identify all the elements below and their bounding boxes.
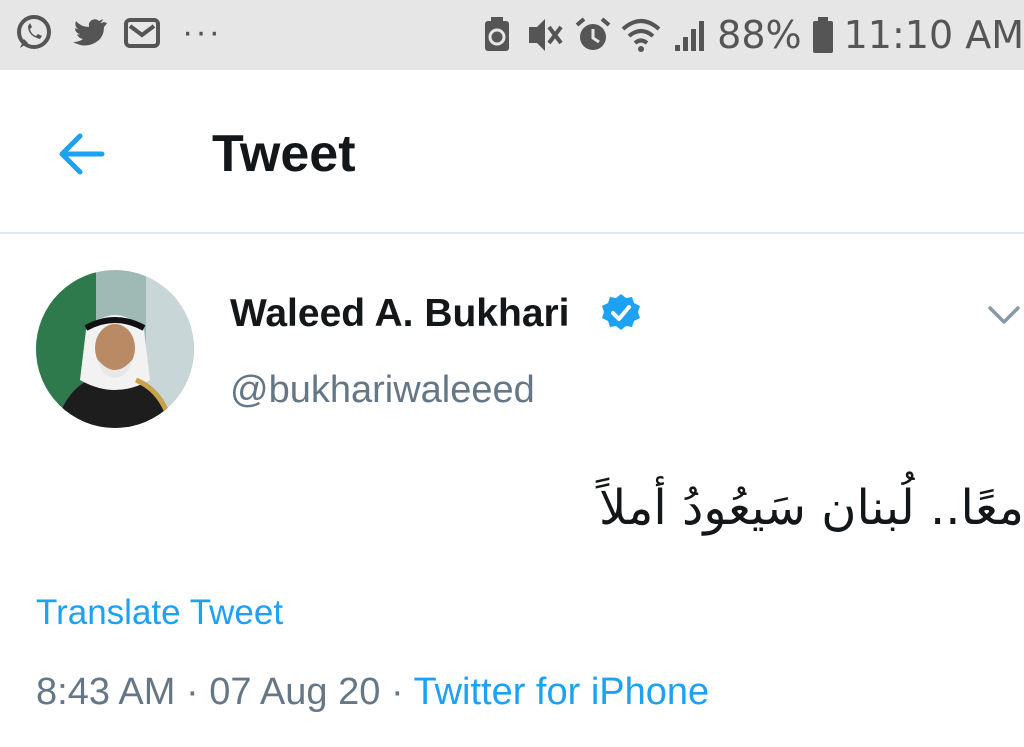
verified-badge-icon	[600, 292, 642, 334]
tweet-source-link[interactable]: Twitter for iPhone	[413, 671, 709, 713]
top-app-bar: Tweet	[0, 70, 1024, 234]
battery-percentage: 88%	[717, 13, 802, 57]
meta-separator: ·	[390, 671, 404, 713]
clock: 11:10 AM	[843, 13, 1024, 57]
status-bar-system: 88% 11:10 AM	[477, 10, 1024, 60]
avatar[interactable]	[36, 270, 194, 428]
signal-icon	[669, 15, 709, 55]
wifi-icon	[621, 15, 661, 55]
status-bar: ··· 88% 11:10 AM	[0, 0, 1024, 70]
whatsapp-icon	[14, 12, 54, 52]
battery-icon	[810, 15, 836, 55]
status-bar-notifications: ···	[14, 12, 222, 52]
user-handle[interactable]: @bukhariwaleeed	[230, 362, 535, 418]
mail-icon	[122, 12, 162, 52]
back-button[interactable]	[52, 128, 112, 180]
tweet-text: معًا.. لُبنان سَيعُودُ أملاً	[599, 480, 1024, 536]
display-name[interactable]: Waleed A. Bukhari	[230, 286, 570, 342]
page-title: Tweet	[212, 125, 356, 183]
meta-separator: ·	[185, 671, 199, 713]
tweet-time: 8:43 AM	[36, 671, 176, 713]
twitter-icon	[68, 12, 108, 52]
vibrate-icon	[525, 15, 565, 55]
tweet-date: 07 Aug 20	[209, 671, 381, 713]
chevron-down-icon[interactable]	[986, 296, 1022, 332]
tweet-metadata: 8:43 AM · 07 Aug 20 · Twitter for iPhone	[36, 664, 709, 720]
arrow-left-icon	[59, 133, 105, 175]
alarm-icon	[573, 15, 613, 55]
translate-tweet-link[interactable]: Translate Tweet	[36, 588, 283, 638]
more-notifications-indicator: ···	[182, 13, 222, 51]
recycle-icon	[477, 15, 517, 55]
